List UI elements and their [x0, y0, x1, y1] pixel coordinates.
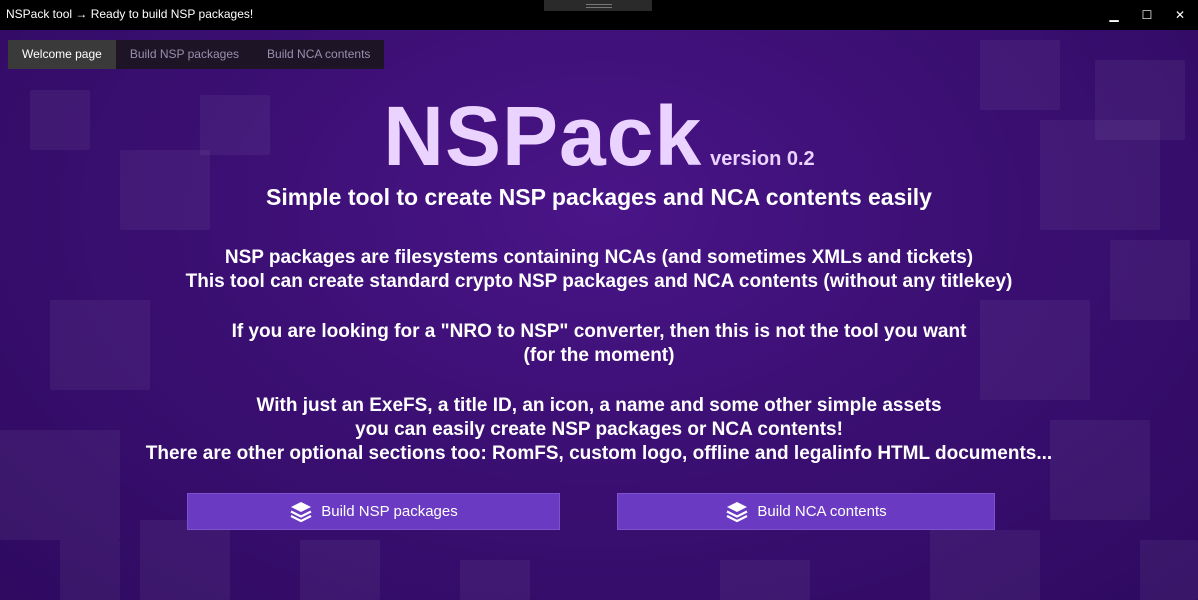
drag-handle[interactable] — [544, 0, 652, 11]
tab-build-nca-contents[interactable]: Build NCA contents — [253, 40, 384, 69]
description-line: There are other optional sections too: R… — [145, 443, 1053, 464]
build-nca-contents-button[interactable]: Build NCA contents — [617, 493, 995, 530]
maximize-icon[interactable]: ☐ — [1129, 0, 1165, 30]
description-paragraph-3: With just an ExeFS, a title ID, an icon,… — [0, 394, 1198, 466]
description-line: you can easily create NSP packages or NC… — [355, 419, 843, 440]
build-nca-button-label: Build NCA contents — [757, 503, 887, 520]
layers-icon — [290, 501, 312, 522]
description-line: (for the moment) — [523, 345, 675, 366]
build-nsp-button-label: Build NSP packages — [321, 503, 458, 520]
build-nsp-packages-button[interactable]: Build NSP packages — [187, 493, 560, 530]
title-bar[interactable]: NSPack tool → Ready to build NSP package… — [0, 0, 1198, 30]
app-name: NSPack — [383, 89, 703, 183]
description-paragraph-1: NSP packages are filesystems containing … — [0, 246, 1198, 294]
app-window: NSPack tool → Ready to build NSP package… — [0, 0, 1198, 600]
description-line: If you are looking for a "NRO to NSP" co… — [231, 321, 967, 342]
tab-build-nsp-packages[interactable]: Build NSP packages — [116, 40, 253, 69]
layers-icon — [726, 501, 748, 522]
grip-line — [586, 7, 612, 8]
minimize-icon[interactable]: ▁ — [1096, 0, 1132, 30]
app-subtitle: Simple tool to create NSP packages and N… — [266, 184, 932, 210]
description-line: With just an ExeFS, a title ID, an icon,… — [256, 395, 942, 416]
description-line: NSP packages are filesystems containing … — [224, 247, 974, 268]
close-icon[interactable]: ✕ — [1162, 0, 1198, 30]
tab-bar: Welcome page Build NSP packages Build NC… — [8, 40, 385, 69]
window-title: NSPack tool → Ready to build NSP package… — [6, 7, 254, 21]
hero-heading: NSPack version 0.2 — [0, 88, 1198, 185]
app-version: version 0.2 — [710, 148, 815, 170]
description-paragraph-2: If you are looking for a "NRO to NSP" co… — [0, 320, 1198, 368]
description-line: This tool can create standard crypto NSP… — [185, 271, 1013, 292]
tab-welcome-page[interactable]: Welcome page — [8, 40, 116, 69]
grip-line — [586, 4, 612, 5]
